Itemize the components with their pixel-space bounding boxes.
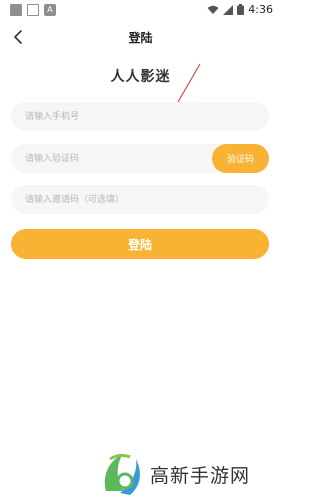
- watermark-text: 高新手游网: [150, 464, 251, 487]
- wifi-icon: [207, 5, 219, 14]
- phone-input[interactable]: [23, 110, 207, 123]
- signal-icon: [223, 4, 234, 15]
- battery-icon: [237, 4, 245, 15]
- back-arrow-icon: [14, 30, 22, 44]
- app-name: 人人影迷: [110, 69, 171, 85]
- a-icon: A: [44, 3, 56, 16]
- back-button[interactable]: [8, 26, 28, 48]
- code-input[interactable]: [23, 152, 207, 165]
- code-field[interactable]: 验证码: [11, 144, 269, 173]
- notification-icon: [10, 3, 22, 16]
- status-time: 4:36: [248, 3, 273, 16]
- phone-field[interactable]: [11, 102, 269, 131]
- get-code-button[interactable]: 验证码: [212, 144, 269, 173]
- invite-field[interactable]: [11, 185, 269, 214]
- watermark-logo-icon: [104, 453, 140, 495]
- status-bar: A 4:36: [0, 0, 281, 19]
- nav-bar: 登陆: [0, 20, 281, 54]
- watermark: 高新手游网: [82, 449, 281, 499]
- login-button[interactable]: 登陆: [11, 229, 269, 259]
- invite-code-input[interactable]: [23, 193, 207, 206]
- image-icon: [27, 3, 39, 16]
- page-title: 登陆: [128, 30, 153, 45]
